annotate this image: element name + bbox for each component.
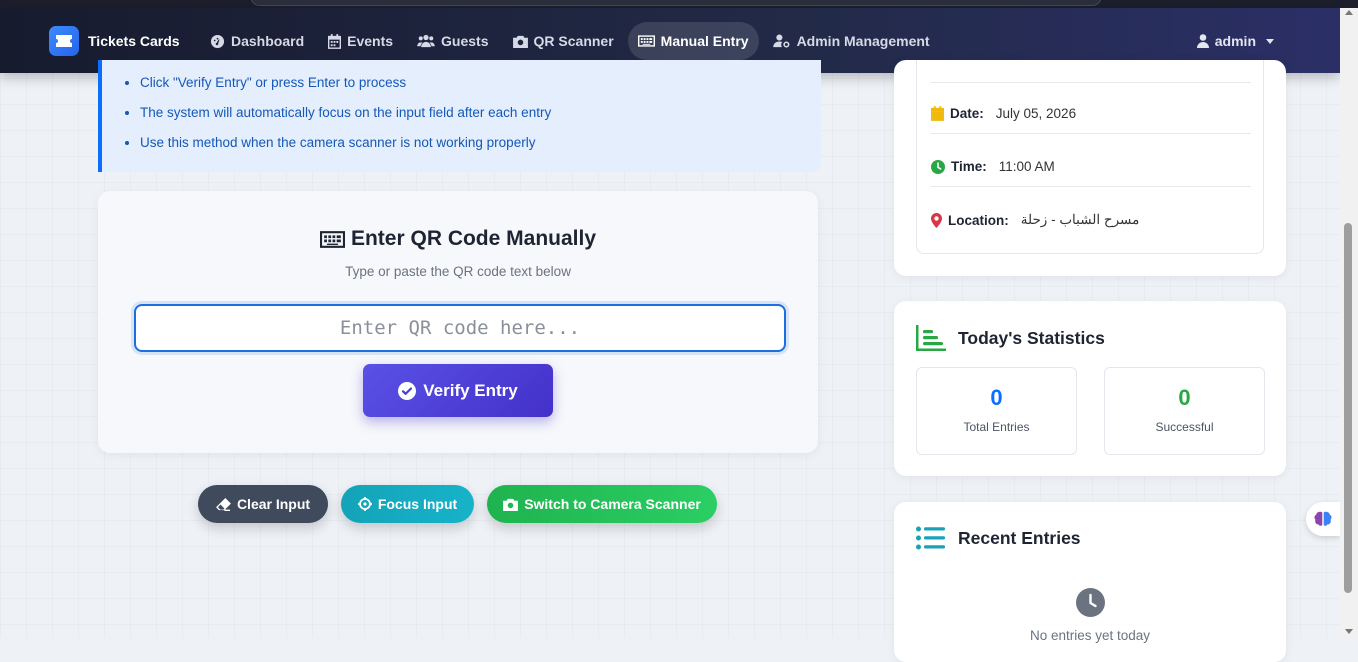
list-item: Click "Verify Entry" or press Enter to p…: [140, 68, 551, 98]
list-icon: [916, 526, 945, 550]
chevron-down-icon: [1266, 38, 1274, 44]
successful-label: Successful: [1155, 420, 1214, 434]
scrollbar[interactable]: [1340, 8, 1358, 638]
camera-icon: [503, 498, 519, 511]
event-date-row: Date: July 05, 2026: [931, 106, 1251, 121]
todays-statistics-card: Today's Statistics 0 Total Entries 0 Suc…: [894, 301, 1286, 476]
instructions-list: Click "Verify Entry" or press Enter to p…: [102, 68, 551, 158]
verify-entry-button[interactable]: Verify Entry: [363, 364, 553, 417]
clear-input-label: Clear Input: [236, 496, 311, 512]
brand-name: Tickets Cards: [88, 33, 180, 49]
map-pin-icon: [931, 212, 942, 228]
focus-input-button[interactable]: Focus Input: [341, 485, 474, 523]
event-details: Date: July 05, 2026 Time: 11:00 AM Locat…: [916, 60, 1264, 254]
nav-item-dashboard[interactable]: Dashboard: [200, 22, 314, 60]
manual-entry-subtitle: Type or paste the QR code text below: [345, 264, 571, 279]
event-date-label: Date:: [950, 106, 984, 121]
scroll-thumb[interactable]: [1344, 223, 1352, 593]
focus-input-label: Focus Input: [377, 496, 458, 512]
verify-entry-label: Verify Entry: [423, 380, 518, 400]
camera-icon: [512, 35, 528, 48]
nav-label: Dashboard: [231, 33, 305, 49]
browser-address-bar[interactable]: [250, 0, 1102, 6]
manual-entry-card: Enter QR Code Manually Type or paste the…: [98, 191, 818, 453]
clear-input-button[interactable]: Clear Input: [198, 485, 328, 523]
event-location-label: Location:: [948, 212, 1009, 228]
event-time-row: Time: 11:00 AM: [931, 159, 1251, 174]
users-icon: [417, 34, 435, 48]
stats-title: Today's Statistics: [916, 325, 1105, 351]
successful-stat: 0 Successful: [1104, 367, 1265, 455]
keyboard-icon: [637, 35, 655, 47]
scroll-down-icon[interactable]: [1345, 629, 1353, 634]
event-time-value: 11:00 AM: [998, 159, 1055, 174]
gauge-icon: [210, 34, 225, 48]
brain-extension-icon[interactable]: [1306, 502, 1340, 536]
nav-label: Admin Management: [796, 33, 930, 49]
nav-item-guests[interactable]: Guests: [407, 22, 498, 60]
eraser-icon: [216, 497, 231, 511]
event-location-row: Location: مسرح الشباب - زحلة: [931, 212, 1251, 228]
calendar-icon: [328, 33, 342, 49]
list-item: The system will automatically focus on t…: [140, 98, 551, 128]
recent-title: Recent Entries: [916, 526, 1081, 550]
event-date-value: July 05, 2026: [995, 106, 1077, 121]
calendar-icon: [931, 106, 944, 121]
event-location-value: مسرح الشباب - زحلة: [1020, 212, 1140, 227]
recent-entries-card: Recent Entries No entries yet today: [894, 502, 1286, 662]
stats-title-text: Today's Statistics: [958, 327, 1105, 348]
action-buttons: Clear Input Focus Input Switch to Camera…: [198, 485, 717, 523]
divider: [931, 186, 1251, 187]
qr-code-input[interactable]: [134, 304, 786, 352]
ticket-icon: [49, 26, 79, 56]
chart-line-icon: [916, 325, 946, 351]
user-gear-icon: [772, 34, 789, 48]
nav-item-qr-scanner[interactable]: QR Scanner: [503, 22, 624, 60]
no-entries-message: No entries yet today: [1029, 628, 1151, 643]
user-icon: [1196, 34, 1209, 48]
nav-label: Guests: [441, 33, 489, 49]
nav-menu: Dashboard Events Guests QR Scanner Manua…: [200, 22, 940, 60]
nav-label: Manual Entry: [660, 33, 749, 49]
clock-icon: [931, 159, 945, 174]
clock-icon: [1076, 588, 1105, 617]
instructions-box: Click "Verify Entry" or press Enter to p…: [98, 60, 821, 172]
brand[interactable]: Tickets Cards: [49, 26, 180, 56]
manual-entry-title: Enter QR Code Manually: [98, 227, 818, 251]
user-name: admin: [1214, 33, 1256, 49]
scroll-up-icon[interactable]: [1345, 10, 1353, 15]
recent-title-text: Recent Entries: [958, 527, 1081, 548]
nav-item-manual-entry[interactable]: Manual Entry: [627, 22, 759, 60]
successful-value: 0: [1178, 385, 1191, 410]
browser-chrome: [0, 0, 1358, 8]
total-entries-value: 0: [990, 385, 1003, 410]
event-time-label: Time:: [951, 159, 987, 174]
list-item: Use this method when the camera scanner …: [140, 128, 551, 158]
nav-label: QR Scanner: [533, 33, 614, 49]
nav-item-admin-management[interactable]: Admin Management: [763, 22, 940, 60]
divider: [931, 133, 1251, 134]
check-circle-icon: [398, 381, 417, 400]
user-menu[interactable]: admin: [1196, 22, 1274, 60]
event-info-card: Date: July 05, 2026 Time: 11:00 AM Locat…: [894, 60, 1286, 276]
switch-camera-label: Switch to Camera Scanner: [524, 496, 701, 512]
keyboard-icon: [319, 230, 345, 248]
total-entries-stat: 0 Total Entries: [916, 367, 1077, 455]
divider: [931, 82, 1251, 83]
nav-item-events[interactable]: Events: [318, 22, 403, 60]
switch-camera-button[interactable]: Switch to Camera Scanner: [487, 485, 717, 523]
nav-label: Events: [347, 33, 394, 49]
manual-entry-title-text: Enter QR Code Manually: [350, 227, 597, 250]
total-entries-label: Total Entries: [963, 420, 1030, 434]
crosshair-icon: [357, 497, 372, 511]
